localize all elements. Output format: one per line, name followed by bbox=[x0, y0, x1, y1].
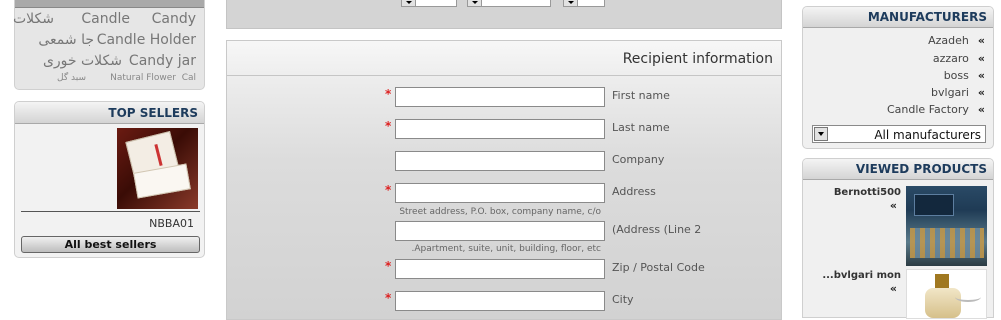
required-marker: * bbox=[385, 119, 392, 133]
city-field[interactable] bbox=[395, 291, 605, 311]
last-name-label: Last name bbox=[612, 121, 670, 134]
address-line-2-label: (Address (Line 2 bbox=[612, 223, 702, 236]
day-select[interactable] bbox=[401, 0, 457, 7]
required-marker: * bbox=[385, 259, 392, 273]
year-select[interactable] bbox=[563, 0, 605, 7]
last-name-field[interactable] bbox=[395, 119, 605, 139]
chevron-down-icon bbox=[402, 0, 416, 6]
address-line-2-hint: .Apartment, suite, unit, building, floor… bbox=[411, 244, 601, 254]
tag-link[interactable]: شکلات bbox=[13, 12, 54, 26]
manufacturer-link[interactable]: boss « bbox=[944, 69, 985, 82]
address-line-2-field[interactable] bbox=[395, 221, 605, 241]
company-label: Company bbox=[612, 153, 665, 166]
manufacturer-link[interactable]: Azadeh « bbox=[928, 34, 985, 47]
manufacturer-select[interactable]: All manufacturers bbox=[812, 125, 986, 143]
company-field[interactable] bbox=[395, 151, 605, 171]
divider bbox=[21, 211, 200, 212]
zip-label: Zip / Postal Code bbox=[612, 261, 705, 274]
product-image[interactable] bbox=[117, 128, 198, 209]
double-chevron-icon[interactable]: « bbox=[890, 199, 897, 212]
month-select[interactable] bbox=[467, 0, 551, 7]
double-chevron-icon: « bbox=[977, 69, 985, 82]
manufacturers-box: MANUFACTURERS Azadeh « azzaro « boss « bvlg… bbox=[802, 6, 994, 149]
first-name-field[interactable] bbox=[395, 87, 605, 107]
top-sellers-box: TOP SELLERS NBBA01 All best sellers bbox=[14, 101, 205, 258]
first-name-label: First name bbox=[612, 89, 670, 102]
tag-link[interactable]: جا شمعی bbox=[38, 33, 94, 47]
tag-link[interactable]: Candy jar bbox=[129, 54, 196, 68]
chevron-down-icon bbox=[468, 0, 482, 6]
top-sellers-title: TOP SELLERS bbox=[15, 102, 204, 124]
zip-field[interactable] bbox=[395, 259, 605, 279]
viewed-product-image[interactable] bbox=[906, 186, 987, 266]
address-label: Address bbox=[612, 185, 656, 198]
required-marker: * bbox=[385, 183, 392, 197]
product-sku[interactable]: NBBA01 bbox=[149, 217, 194, 230]
double-chevron-icon: « bbox=[977, 52, 985, 65]
required-marker: * bbox=[385, 87, 392, 101]
viewed-product-link[interactable]: Bernotti500 bbox=[834, 187, 901, 198]
double-chevron-icon: « bbox=[977, 34, 985, 47]
viewed-products-box: VIEWED PRODUCTS Bernotti500 « ...bvlgari… bbox=[802, 158, 994, 319]
tag-cloud-box: شکلات Candle Candy جا شمعی Candle Holder… bbox=[13, 0, 205, 90]
tag-cloud-topbar bbox=[15, 0, 204, 8]
viewed-product-image[interactable] bbox=[906, 269, 987, 319]
city-label: City bbox=[612, 293, 634, 306]
tag-link[interactable]: شکلات خوری bbox=[43, 54, 122, 68]
viewed-products-title: VIEWED PRODUCTS bbox=[803, 159, 993, 180]
recipient-title: Recipient information bbox=[622, 51, 773, 67]
tag-link[interactable]: Candy bbox=[152, 12, 196, 26]
tag-link[interactable]: سبد گل bbox=[57, 74, 86, 83]
previous-section-strip bbox=[226, 0, 782, 29]
chevron-down-icon bbox=[814, 127, 828, 141]
double-chevron-icon: « bbox=[977, 86, 985, 99]
divider bbox=[227, 75, 781, 76]
tag-link[interactable]: Cal bbox=[182, 74, 196, 83]
tag-link[interactable]: Candle Holder bbox=[97, 33, 196, 47]
viewed-product-link[interactable]: ...bvlgari mon bbox=[822, 270, 901, 281]
double-chevron-icon: « bbox=[977, 103, 985, 116]
required-marker: * bbox=[385, 291, 392, 305]
recipient-form: Recipient information * First name * Las… bbox=[226, 40, 782, 320]
manufacturer-link[interactable]: azzaro « bbox=[933, 52, 985, 65]
manufacturer-link[interactable]: bvlgari « bbox=[931, 86, 985, 99]
manufacturer-link[interactable]: Candle Factory « bbox=[887, 103, 985, 116]
all-best-sellers-button[interactable]: All best sellers bbox=[21, 236, 200, 253]
double-chevron-icon[interactable]: « bbox=[890, 282, 897, 295]
manufacturers-title: MANUFACTURERS bbox=[803, 7, 993, 28]
manufacturer-select-value: All manufacturers bbox=[874, 128, 981, 142]
chevron-down-icon bbox=[564, 0, 578, 6]
tag-link[interactable]: Natural Flower bbox=[110, 74, 176, 83]
tag-link[interactable]: Candle bbox=[81, 12, 130, 26]
address-field[interactable] bbox=[395, 183, 605, 203]
address-hint: Street address, P.O. box, company name, … bbox=[399, 207, 601, 217]
